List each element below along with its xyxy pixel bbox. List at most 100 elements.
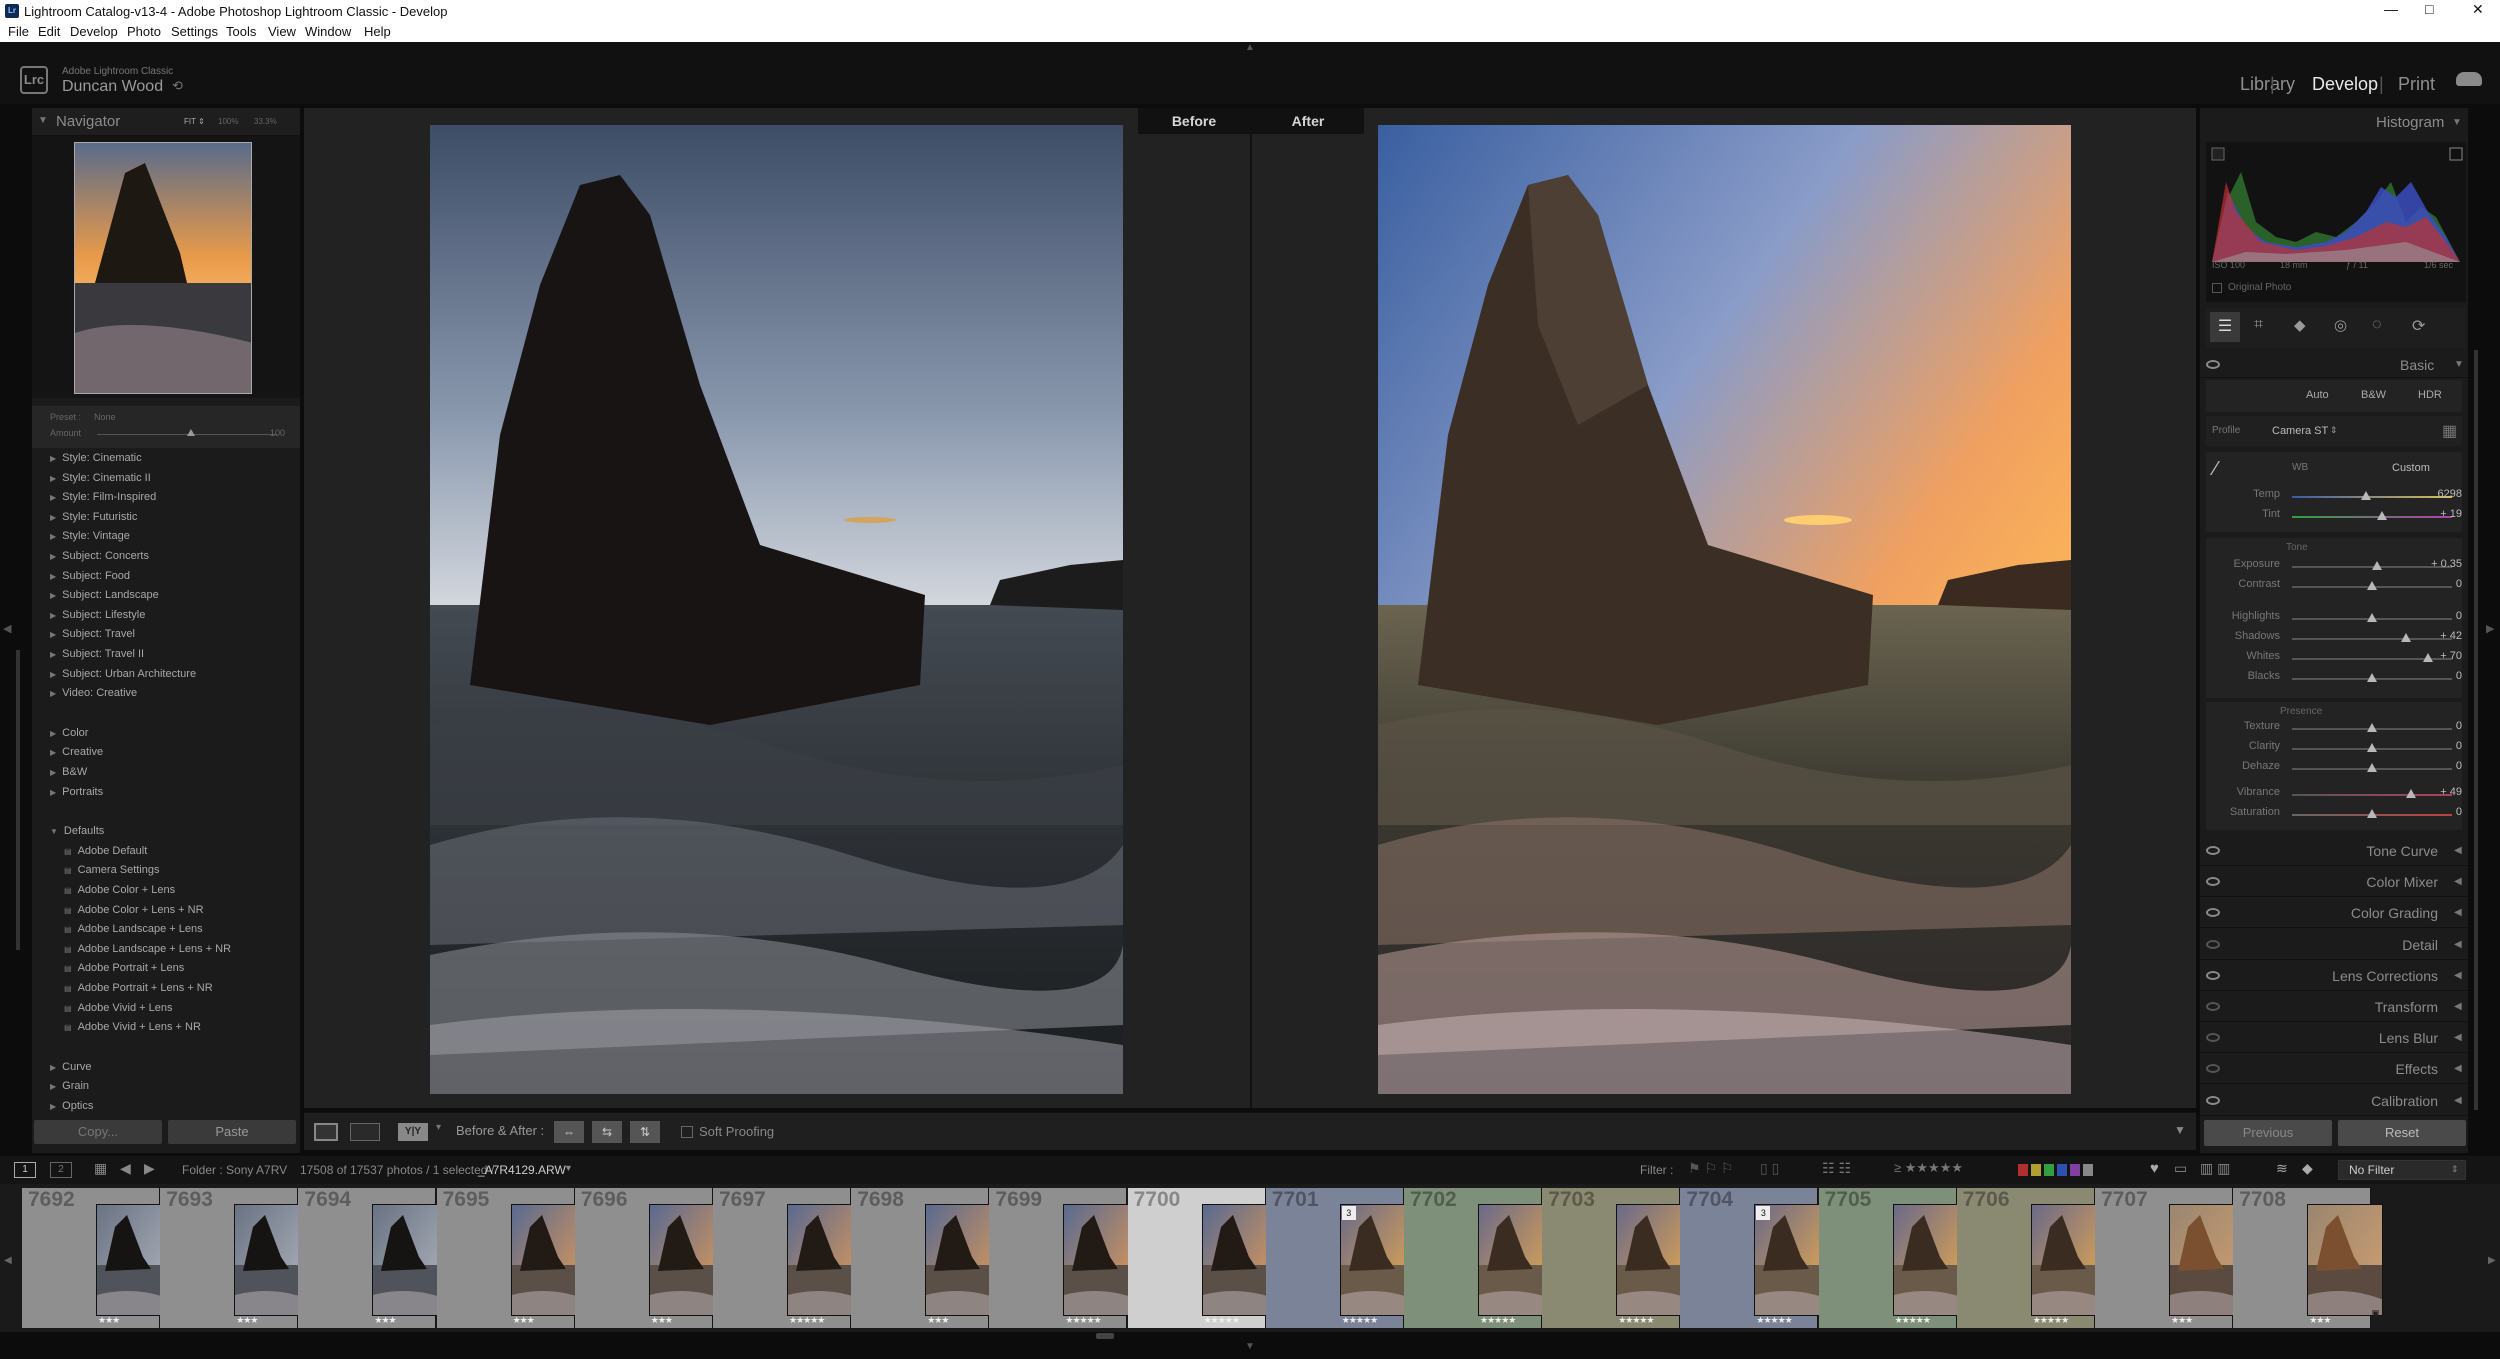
slider-value[interactable]: + 42 [2400, 630, 2462, 642]
filmstrip-thumb-7694[interactable]: 7694★★★▣ [298, 1188, 449, 1328]
filmstrip-thumb-7704[interactable]: 77043★★★★★▣ [1680, 1188, 1831, 1328]
slider-value[interactable]: 0 [2400, 740, 2462, 752]
slider-temp[interactable]: Temp 6298 [2200, 488, 2462, 506]
section-header-color-mixer[interactable]: Color Mixer ◀ [2200, 867, 2468, 898]
section-header-calibration[interactable]: Calibration ◀ [2200, 1086, 2468, 1116]
filter-options-icons[interactable]: ☷ ☷ [1822, 1160, 1851, 1177]
menu-file[interactable]: File [8, 24, 29, 39]
slider-thumb[interactable] [2367, 613, 2377, 622]
slider-value[interactable]: + 0.35 [2400, 558, 2462, 570]
profile-dropdown-icon[interactable]: ⇕ [2330, 425, 2338, 436]
section-header-effects[interactable]: Effects ◀ [2200, 1054, 2468, 1085]
filmstrip-thumb-7707[interactable]: 7707★★★▣ [2095, 1188, 2245, 1328]
amount-slider-thumb[interactable] [186, 429, 195, 436]
filmstrip-scroll-right-icon[interactable]: ▶ [2488, 1255, 2496, 1266]
slider-clarity[interactable]: Clarity 0 [2200, 740, 2462, 758]
slider-value[interactable]: 6298 [2400, 488, 2462, 500]
slider-value[interactable]: 0 [2400, 578, 2462, 590]
preset-list-item[interactable]: ▶ Style: Cinematic [50, 452, 142, 464]
preset-list-item[interactable]: ▶ Style: Cinematic II [50, 472, 151, 484]
wb-eyedropper-icon[interactable]: ⁄ [2214, 458, 2217, 481]
section-header-lens-corrections[interactable]: Lens Corrections ◀ [2200, 961, 2468, 991]
slider-texture[interactable]: Texture 0 [2200, 720, 2462, 738]
slider-dehaze[interactable]: Dehaze 0 [2200, 760, 2462, 778]
slider-value[interactable]: 0 [2400, 806, 2462, 818]
red-eye-icon[interactable]: ◎ [2334, 316, 2347, 334]
previous-button[interactable]: Previous [2204, 1120, 2332, 1146]
slider-value[interactable]: + 70 [2400, 650, 2462, 662]
minimize-button[interactable]: — [2384, 1, 2398, 17]
menu-help[interactable]: Help [364, 24, 391, 39]
slider-value[interactable]: + 49 [2400, 786, 2462, 798]
filmstrip-thumb-7696[interactable]: 7696★★★▣ [574, 1188, 725, 1328]
edit-sliders-icon[interactable]: ☰ [2210, 312, 2240, 342]
soft-proofing-checkbox[interactable] [681, 1126, 693, 1138]
reset-button[interactable]: Reset [2338, 1120, 2466, 1146]
preset-list-item[interactable]: ▼ Defaults [50, 825, 104, 837]
view-dropdown-icon[interactable]: ▾ [436, 1122, 441, 1133]
rating-filter-stars[interactable]: ≥ ★★★★★ [1894, 1160, 1963, 1176]
top-panel-toggle-icon[interactable]: ▲ [1245, 42, 1255, 53]
filmstrip-thumb-7702[interactable]: 7702★★★★★▣ [1404, 1188, 1554, 1328]
filter-lock-icon[interactable]: ≋ [2276, 1160, 2288, 1177]
preset-list-item[interactable]: ▶ Subject: Travel [50, 628, 135, 640]
slider-value[interactable]: 0 [2400, 670, 2462, 682]
slider-thumb[interactable] [2376, 511, 2387, 520]
close-button[interactable]: ✕ [2472, 1, 2484, 18]
slider-thumb[interactable] [2360, 491, 2371, 500]
module-library[interactable]: Library [2240, 74, 2295, 95]
menu-photo[interactable]: Photo [127, 24, 161, 39]
section-header-lens-blur[interactable]: Lens Blur ◀ [2200, 1023, 2468, 1054]
slider-shadows[interactable]: Shadows + 42 [2200, 630, 2462, 648]
folder-source[interactable]: Folder : Sony A7RV [182, 1163, 287, 1177]
visibility-eye-icon[interactable] [2206, 846, 2220, 855]
visibility-eye-icon[interactable] [2206, 360, 2220, 369]
filename-dropdown-icon[interactable]: ▼ [564, 1163, 573, 1173]
section-header-transform[interactable]: Transform ◀ [2200, 992, 2468, 1022]
filmstrip-scroll-left-icon[interactable]: ◀ [4, 1255, 12, 1266]
profile-browser-icon[interactable]: ▦ [2442, 421, 2457, 441]
original-photo-checkbox[interactable] [2212, 283, 2222, 293]
filmstrip-thumb-7701[interactable]: 77013★★★★★▣ [1265, 1188, 1416, 1328]
reset-history-icon[interactable]: ⟳ [2412, 316, 2425, 336]
wb-dropdown[interactable]: Custom [2392, 462, 2430, 474]
crop-icon[interactable]: ⌗ [2254, 316, 2263, 334]
visibility-eye-icon[interactable] [2206, 1033, 2220, 1043]
paste-settings-button[interactable]: Paste [168, 1120, 296, 1144]
menu-edit[interactable]: Edit [38, 24, 60, 39]
visibility-eye-icon[interactable] [2206, 939, 2220, 949]
zoom-100[interactable]: 100% [218, 117, 238, 126]
after-photo[interactable] [1378, 125, 2071, 1094]
preset-list-item[interactable]: ▤ Adobe Portrait + Lens [64, 962, 184, 974]
visibility-eye-icon[interactable] [2206, 877, 2220, 887]
slider-exposure[interactable]: Exposure + 0.35 [2200, 558, 2462, 576]
navigator-preview-area[interactable] [32, 136, 300, 398]
preset-list-item[interactable]: ▤ Adobe Landscape + Lens [64, 923, 203, 935]
forward-arrow-icon[interactable]: ▶ [144, 1160, 155, 1177]
preset-list-item[interactable]: ▤ Adobe Vivid + Lens [64, 1002, 172, 1014]
preset-list-item[interactable]: ▶ Subject: Food [50, 570, 130, 582]
bw-button[interactable]: B&W [2361, 389, 2386, 401]
preset-list-item[interactable]: ▶ Video: Creative [50, 687, 137, 699]
menu-settings[interactable]: Settings [171, 24, 218, 39]
preset-list-item[interactable]: ▶ Color [50, 727, 88, 739]
section-header-detail[interactable]: Detail ◀ [2200, 930, 2468, 960]
before-photo[interactable] [430, 125, 1123, 1094]
preset-list-item[interactable]: ▶ Subject: Urban Architecture [50, 668, 196, 680]
slider-whites[interactable]: Whites + 70 [2200, 650, 2462, 668]
thumb-image[interactable] [2307, 1204, 2384, 1316]
basic-header[interactable]: Basic ▼ [2200, 352, 2468, 378]
menu-view[interactable]: View [268, 24, 296, 39]
module-print[interactable]: Print [2398, 74, 2435, 95]
filmstrip-thumb-7695[interactable]: 7695★★★▣ [436, 1188, 587, 1328]
hdr-button[interactable]: HDR [2418, 389, 2442, 401]
auto-button[interactable]: Auto [2306, 389, 2329, 401]
healing-icon[interactable]: ◆ [2294, 316, 2306, 334]
stack-count-badge[interactable]: 3 [1756, 1206, 1771, 1220]
slider-thumb[interactable] [2367, 743, 2377, 752]
preset-list-item[interactable]: ▶ Creative [50, 746, 103, 758]
visibility-eye-icon[interactable] [2206, 908, 2220, 918]
histogram-area[interactable]: ISO 100 18 mm ƒ / 11 1/6 sec Original Ph… [2206, 142, 2466, 302]
preset-list-item[interactable]: ▤ Adobe Portrait + Lens + NR [64, 982, 213, 994]
sync-icon[interactable]: ⟲ [172, 78, 183, 94]
